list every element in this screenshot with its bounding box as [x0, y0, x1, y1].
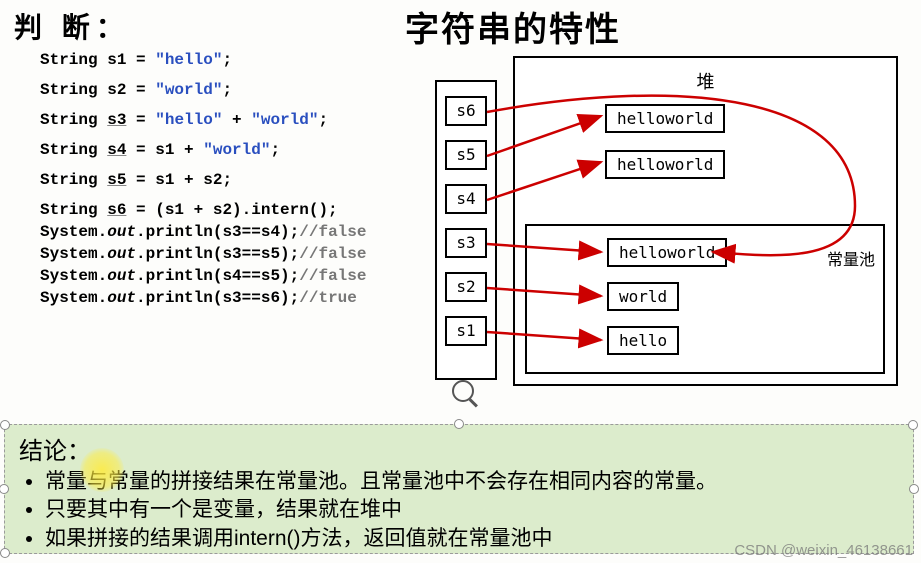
code-block: String s1 = "hello"; String s2 = "world"… — [40, 52, 366, 312]
magnifier-icon — [452, 380, 474, 402]
heap-box: 堆 helloworld helloworld 常量池 helloworld w… — [513, 56, 898, 386]
code-line-9: System.out.println(s4==s5);//false — [40, 268, 366, 284]
code-line-8: System.out.println(s3==s5);//false — [40, 246, 366, 262]
code-line-1: String s1 = "hello"; — [40, 52, 366, 68]
stack-cell-s1: s1 — [445, 316, 487, 346]
heap-label: 堆 — [697, 68, 715, 94]
pool-obj-hello: hello — [607, 326, 679, 355]
selection-handle[interactable] — [0, 420, 10, 430]
code-line-7: System.out.println(s3==s4);//false — [40, 224, 366, 240]
code-line-10: System.out.println(s3==s6);//true — [40, 290, 366, 306]
pool-label: 常量池 — [827, 246, 875, 270]
stack-cell-s4: s4 — [445, 184, 487, 214]
pool-obj-helloworld: helloworld — [607, 238, 727, 267]
selection-handle[interactable] — [908, 420, 918, 430]
stack-cell-s3: s3 — [445, 228, 487, 258]
code-line-3: String s3 = "hello" + "world"; — [40, 112, 366, 128]
stack-cell-s2: s2 — [445, 272, 487, 302]
selection-handle[interactable] — [454, 419, 464, 429]
code-line-5: String s5 = s1 + s2; — [40, 172, 366, 188]
conclusion-box: 结论： 常量与常量的拼接结果在常量池。且常量池中不会存在相同内容的常量。 只要其… — [4, 424, 914, 554]
conclusion-title: 结论： — [19, 431, 899, 466]
conclusion-item-2: 只要其中有一个是变量，结果就在堆中 — [45, 496, 899, 524]
heap-obj-hw1: helloworld — [605, 104, 725, 133]
conclusion-item-1: 常量与常量的拼接结果在常量池。且常量池中不会存在相同内容的常量。 — [45, 468, 899, 496]
watermark: CSDN @weixin_46138661 — [734, 542, 913, 559]
stack-box: s6 s5 s4 s3 s2 s1 — [435, 80, 497, 380]
heading-judge: 判 断： — [14, 6, 130, 46]
selection-handle[interactable] — [909, 484, 919, 494]
pool-obj-world: world — [607, 282, 679, 311]
selection-handle[interactable] — [0, 548, 10, 558]
code-line-6: String s6 = (s1 + s2).intern(); — [40, 202, 366, 218]
selection-handle[interactable] — [0, 484, 9, 494]
stack-cell-s5: s5 — [445, 140, 487, 170]
code-line-2: String s2 = "world"; — [40, 82, 366, 98]
constant-pool-box: 常量池 helloworld world hello — [525, 224, 885, 374]
conclusion-list: 常量与常量的拼接结果在常量池。且常量池中不会存在相同内容的常量。 只要其中有一个… — [19, 468, 899, 553]
heading-title: 字符串的特性 — [405, 2, 621, 51]
heap-obj-hw2: helloworld — [605, 150, 725, 179]
memory-diagram: s6 s5 s4 s3 s2 s1 堆 helloworld helloworl… — [435, 56, 905, 401]
stack-cell-s6: s6 — [445, 96, 487, 126]
code-line-4: String s4 = s1 + "world"; — [40, 142, 366, 158]
